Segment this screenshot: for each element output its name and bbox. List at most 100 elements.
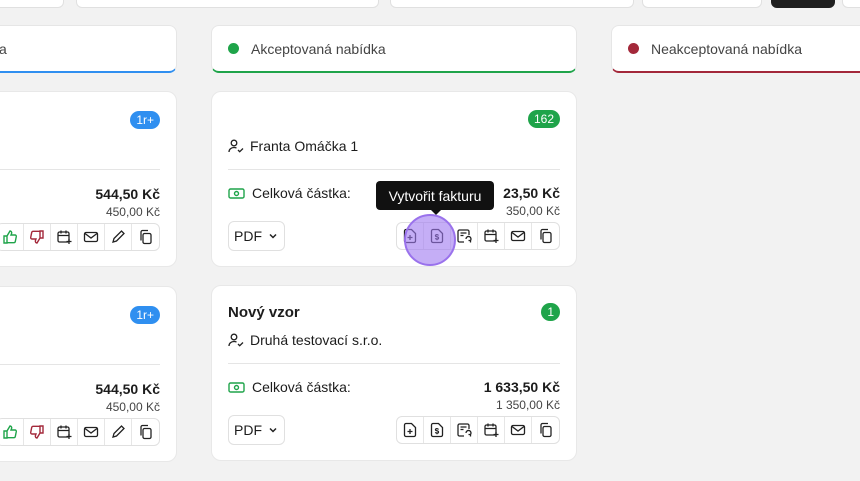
total-label-text: Celková částka: [252,185,351,201]
count-badge: 1 [541,303,560,321]
card-actions [396,416,560,444]
calendar-plus-icon [484,229,499,243]
toolbar-field-3[interactable] [390,0,634,8]
total-label: Celková částka: [228,185,351,201]
pdf-dropdown[interactable]: PDF [228,221,285,251]
thumbs-down-icon [30,425,44,439]
amount-without-vat: 350,00 Kč [505,204,560,218]
offer-title: Nový vzor [228,304,300,321]
user-check-icon [228,333,244,347]
column-title: a [0,40,7,57]
total-amount: 1 633,50 Kč [483,379,560,395]
divider [0,169,160,170]
count-badge: 1r+ [130,306,160,324]
email-button[interactable] [78,224,105,250]
card-actions [396,222,560,250]
total-label-text: Celková částka: [252,379,351,395]
toolbar-field-4[interactable] [642,0,762,8]
toolbar-field-1[interactable] [0,0,64,8]
schedule-button[interactable] [51,224,78,250]
approve-button[interactable] [0,224,24,250]
money-icon [228,381,245,393]
column-header-rejected: Neakceptovaná nabídka [611,25,860,73]
copy-button[interactable] [132,224,159,250]
divider [228,169,560,170]
pdf-label: PDF [234,422,262,438]
reject-button[interactable] [24,224,51,250]
calendar-plus-icon [484,423,499,437]
approve-button[interactable] [0,419,24,445]
mail-icon [510,230,526,242]
offer-card[interactable]: 162 Franta Omáčka 1 Celková částka: 23,5… [211,91,577,267]
thumbs-up-icon [3,425,17,439]
copy-icon [539,228,552,244]
reject-button[interactable] [24,419,51,445]
offer-card[interactable]: 1r+ 544,50 Kč 450,00 Kč [0,286,177,462]
invoice-icon [430,228,444,244]
file-plus-icon [403,422,417,438]
chevron-down-icon [269,427,277,433]
total-amount: 23,50 Kč [503,185,560,201]
email-button[interactable] [505,417,532,443]
copy-icon [139,229,152,245]
chevron-down-icon [269,233,277,239]
copy-icon [539,422,552,438]
customer: Franta Omáčka 1 [228,138,358,154]
total-amount: 544,50 Kč [95,381,160,397]
schedule-button[interactable] [478,417,505,443]
edit-button[interactable] [105,419,132,445]
recurring-invoice-button[interactable] [451,223,478,249]
calendar-plus-icon [57,425,72,439]
create-document-button[interactable] [397,223,424,249]
count-badge: 162 [527,110,560,128]
card-actions [0,223,160,251]
count-badge: 1r+ [130,111,160,129]
amount-without-vat: 450,00 Kč [105,400,160,414]
customer-name: Franta Omáčka 1 [250,138,359,154]
divider [228,363,560,364]
pdf-dropdown[interactable]: PDF [228,415,285,445]
schedule-button[interactable] [478,223,505,249]
mail-icon [83,231,99,243]
create-invoice-button[interactable] [424,223,451,249]
toolbar-field-2[interactable] [76,0,379,8]
mail-icon [83,426,99,438]
offer-card[interactable]: 1 Nový vzor Druhá testovací s.r.o. Celko… [211,285,577,461]
copy-button[interactable] [132,419,159,445]
toolbar-field-5[interactable] [842,0,860,8]
create-document-button[interactable] [397,417,424,443]
total-amount: 544,50 Kč [95,186,160,202]
status-dot-red [628,43,639,54]
copy-icon [139,424,152,440]
copy-button[interactable] [532,223,559,249]
receipt-refresh-icon [457,423,472,437]
amount-without-vat: 450,00 Kč [105,205,160,219]
money-icon [228,187,245,199]
schedule-button[interactable] [51,419,78,445]
amount-without-vat: 1 350,00 Kč [495,398,560,412]
column-title: Akceptovaná nabídka [251,40,386,57]
calendar-plus-icon [57,230,72,244]
recurring-invoice-button[interactable] [451,417,478,443]
status-dot-green [228,43,239,54]
user-check-icon [228,139,244,153]
email-button[interactable] [78,419,105,445]
customer-name: Druhá testovací s.r.o. [250,332,383,348]
create-invoice-button[interactable] [424,417,451,443]
copy-button[interactable] [532,417,559,443]
receipt-refresh-icon [457,229,472,243]
tooltip: Vytvořit fakturu [376,181,494,215]
invoice-icon [430,422,444,438]
column-header-accepted: Akceptovaná nabídka [211,25,577,73]
mail-icon [510,424,526,436]
pdf-label: PDF [234,228,262,244]
offer-card[interactable]: 1r+ 544,50 Kč 450,00 Kč [0,91,177,267]
file-plus-icon [403,228,417,244]
toolbar-primary-button[interactable] [771,0,835,8]
edit-button[interactable] [105,224,132,250]
customer: Druhá testovací s.r.o. [228,332,382,348]
column-header-left: a [0,25,177,73]
pencil-icon [112,425,125,438]
email-button[interactable] [505,223,532,249]
thumbs-up-icon [3,230,17,244]
